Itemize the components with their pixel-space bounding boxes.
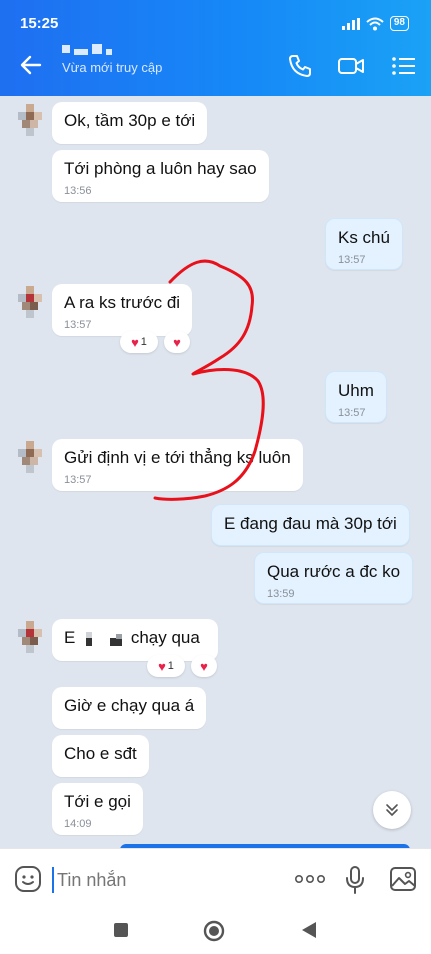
nav-square-icon[interactable]	[113, 922, 129, 938]
avatar[interactable]	[14, 441, 46, 473]
message-text: Qua rước a đc ko	[267, 562, 401, 581]
message-time: 13:56	[64, 185, 92, 197]
message-text: Ks chú	[338, 228, 390, 247]
message-text-suffix: chạy qua	[130, 628, 200, 647]
message-bubble-incoming[interactable]: Giờ e chạy qua á	[52, 687, 207, 729]
system-navigation-bar	[0, 908, 431, 954]
menu-list-icon[interactable]	[390, 52, 418, 80]
contact-name-censored	[62, 42, 142, 56]
react-heart-button[interactable]: ♥	[164, 331, 190, 353]
message-text: Tới e gọi	[64, 792, 131, 811]
message-bubble-outgoing[interactable]: Uhm 13:57	[325, 371, 387, 423]
message-input-bar	[0, 848, 431, 908]
microphone-icon[interactable]	[344, 865, 366, 895]
message-time: 14:09	[64, 818, 92, 830]
nav-triangle-icon[interactable]	[300, 921, 318, 939]
chat-header: Vừa mới truy cập	[0, 36, 431, 96]
react-heart-button[interactable]: ♥	[191, 655, 217, 677]
message-bubble-incoming[interactable]: Ok, tầm 30p e tới	[52, 102, 208, 144]
chevron-double-down-icon	[386, 804, 398, 816]
signal-icon	[341, 17, 360, 30]
message-time: 13:57	[64, 319, 92, 331]
heart-icon: ♥	[200, 658, 208, 674]
message-bubble-incoming[interactable]: A ra ks trước đi 13:57	[52, 284, 193, 336]
message-text: Tới phòng a luôn hay sao	[64, 159, 257, 178]
message-bubble-incoming[interactable]: E chạy qua	[52, 619, 218, 661]
battery-indicator: 98	[389, 16, 409, 31]
heart-icon: ♥	[158, 658, 166, 674]
wifi-icon	[366, 17, 384, 30]
message-text: Cho e sđt	[64, 744, 137, 763]
avatar[interactable]	[14, 104, 46, 136]
back-arrow-icon[interactable]	[18, 52, 44, 78]
nav-circle-icon[interactable]	[203, 920, 225, 942]
message-time: 13:57	[338, 254, 366, 266]
heart-icon: ♥	[173, 334, 181, 350]
image-icon[interactable]	[389, 865, 417, 893]
reaction-count-badge[interactable]: ♥ 1	[147, 655, 185, 677]
message-text: E chạy qua	[64, 628, 206, 648]
avatar[interactable]	[14, 621, 46, 653]
message-bubble-incoming[interactable]: Tới e gọi 14:09	[52, 783, 143, 835]
phone-icon[interactable]	[286, 52, 314, 80]
avatar[interactable]	[14, 286, 46, 318]
message-list[interactable]: Ok, tầm 30p e tới Tới phòng a luôn hay s…	[0, 96, 431, 848]
contact-status: Vừa mới truy cập	[62, 60, 163, 75]
message-text: Ok, tầm 30p e tới	[64, 111, 196, 130]
message-bubble-outgoing[interactable]: E đang đau mà 30p tới	[211, 504, 410, 546]
message-time: 13:57	[64, 474, 92, 486]
video-call-icon[interactable]	[337, 52, 365, 80]
message-bubble-outgoing[interactable]: Qua rước a đc ko 13:59	[254, 552, 414, 604]
message-text: Giờ e chạy qua á	[64, 696, 195, 715]
message-text: A ra ks trước đi	[64, 293, 181, 312]
reaction-count: 1	[167, 660, 174, 672]
message-bubble-outgoing[interactable]: Ks chú 13:57	[325, 218, 403, 270]
message-bubble-incoming[interactable]: Tới phòng a luôn hay sao 13:56	[52, 150, 269, 202]
reaction-count-badge[interactable]: ♥ 1	[120, 331, 158, 353]
status-icons: 98	[341, 16, 409, 31]
message-text: Gửi định vị e tới thẳng ks luôn	[64, 448, 291, 467]
censored-text	[80, 631, 126, 646]
reaction-count: 1	[140, 336, 147, 348]
message-input[interactable]	[52, 867, 272, 893]
message-bubble-incoming[interactable]: Gửi định vị e tới thẳng ks luôn 13:57	[52, 439, 303, 491]
emoji-icon[interactable]	[14, 865, 42, 893]
scroll-to-bottom-button[interactable]	[373, 791, 411, 829]
status-time: 15:25	[20, 15, 59, 32]
top-app-bar: 15:25 98 Vừa mới truy cập	[0, 0, 431, 96]
message-text-prefix: E	[64, 628, 76, 647]
message-bubble-incoming[interactable]: Cho e sđt	[52, 735, 149, 777]
more-dots-icon[interactable]	[295, 874, 325, 884]
heart-icon: ♥	[131, 334, 139, 350]
message-text: Uhm	[338, 381, 374, 400]
status-bar: 15:25 98	[0, 0, 431, 36]
message-time: 13:57	[338, 407, 366, 419]
message-text: E đang đau mà 30p tới	[224, 514, 397, 533]
contact-info[interactable]: Vừa mới truy cập	[62, 42, 162, 75]
message-time: 13:59	[267, 588, 295, 600]
